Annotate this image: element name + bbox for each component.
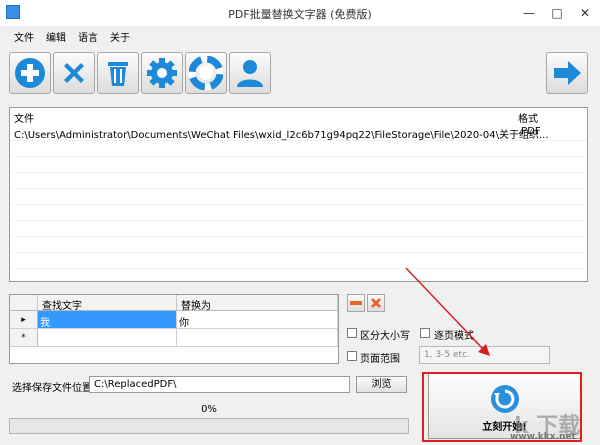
file-list[interactable]: 文件 格式 C:\Users\Administrator\Documents\W… bbox=[9, 107, 588, 282]
save-path-input[interactable]: C:\ReplacedPDF\ bbox=[89, 376, 350, 393]
column-format[interactable]: 格式 bbox=[518, 110, 538, 125]
arrow-right-icon bbox=[554, 61, 581, 85]
file-list-header: 文件 格式 bbox=[10, 108, 587, 125]
help-button[interactable] bbox=[185, 52, 227, 94]
list-gridline bbox=[10, 204, 587, 205]
progress-percent: 0% bbox=[201, 404, 217, 415]
add-files-button[interactable] bbox=[9, 52, 51, 94]
page-range-label: 页面范围 bbox=[360, 354, 400, 365]
list-gridline bbox=[10, 268, 587, 269]
remove-file-button[interactable] bbox=[53, 52, 95, 94]
page-range-input[interactable]: 1, 3-5 etc. bbox=[419, 346, 550, 364]
find-text-cell[interactable]: 我 bbox=[38, 311, 177, 329]
remove-row-button[interactable] bbox=[347, 294, 365, 312]
replace-text-cell[interactable] bbox=[177, 329, 338, 347]
list-gridline bbox=[10, 252, 587, 253]
page-range-checkbox[interactable] bbox=[347, 351, 357, 361]
delete-icon bbox=[64, 63, 84, 83]
add-icon bbox=[15, 58, 45, 88]
replace-text-cell[interactable]: 你 bbox=[177, 311, 338, 329]
save-location-label: 选择保存文件位置 bbox=[12, 383, 92, 394]
watermark-url: www.kkx.net bbox=[510, 432, 576, 442]
user-icon bbox=[237, 60, 263, 87]
list-gridline bbox=[10, 220, 587, 221]
settings-button[interactable] bbox=[141, 52, 183, 94]
file-path: C:\Users\Administrator\Documents\WeChat … bbox=[14, 130, 549, 141]
new-row-selector[interactable]: * bbox=[10, 329, 38, 347]
list-gridline bbox=[10, 188, 587, 189]
browse-button[interactable]: 浏览 bbox=[356, 376, 407, 393]
replace-table[interactable]: 查找文字 替换为 ▸ 我 你 * bbox=[9, 294, 339, 364]
menu-edit[interactable]: 编辑 bbox=[46, 29, 66, 44]
title-bar: PDF批量替换文字器 (免费版) — □ ✕ bbox=[0, 0, 600, 27]
menu-bar: 文件 编辑 语言 关于 bbox=[0, 26, 600, 44]
file-row[interactable]: C:\Users\Administrator\Documents\WeChat … bbox=[10, 124, 587, 141]
row-selector[interactable]: ▸ bbox=[10, 311, 38, 329]
column-find-text[interactable]: 查找文字 bbox=[38, 295, 177, 312]
minimize-button[interactable]: — bbox=[515, 0, 543, 26]
close-button[interactable]: ✕ bbox=[571, 0, 599, 26]
menu-language[interactable]: 语言 bbox=[78, 29, 98, 44]
delete-row-button[interactable] bbox=[367, 294, 385, 312]
maximize-button[interactable]: □ bbox=[543, 0, 571, 26]
case-sensitive-label: 区分大小写 bbox=[360, 331, 410, 342]
progress-bar bbox=[9, 418, 409, 434]
column-replace-with[interactable]: 替换为 bbox=[177, 295, 338, 312]
row-header-corner bbox=[10, 295, 38, 311]
list-gridline bbox=[10, 156, 587, 157]
clear-list-button[interactable] bbox=[97, 52, 139, 94]
window-title: PDF批量替换文字器 (免费版) bbox=[228, 8, 372, 21]
help-icon bbox=[189, 56, 223, 90]
file-format: .PDF bbox=[518, 126, 541, 137]
list-gridline bbox=[10, 236, 587, 237]
account-button[interactable] bbox=[229, 52, 271, 94]
settings-icon bbox=[147, 58, 177, 88]
list-gridline bbox=[10, 172, 587, 173]
next-button[interactable] bbox=[546, 52, 588, 94]
menu-file[interactable]: 文件 bbox=[14, 29, 34, 44]
minus-icon bbox=[350, 301, 362, 305]
column-file[interactable]: 文件 bbox=[14, 110, 34, 125]
find-text-cell[interactable] bbox=[38, 329, 177, 347]
page-mode-label: 逐页模式 bbox=[434, 331, 474, 342]
toolbar bbox=[0, 46, 600, 102]
menu-about[interactable]: 关于 bbox=[110, 29, 130, 44]
page-mode-checkbox[interactable] bbox=[420, 328, 430, 338]
trash-icon bbox=[108, 62, 128, 86]
case-sensitive-checkbox[interactable] bbox=[347, 328, 357, 338]
close-icon bbox=[371, 298, 381, 308]
